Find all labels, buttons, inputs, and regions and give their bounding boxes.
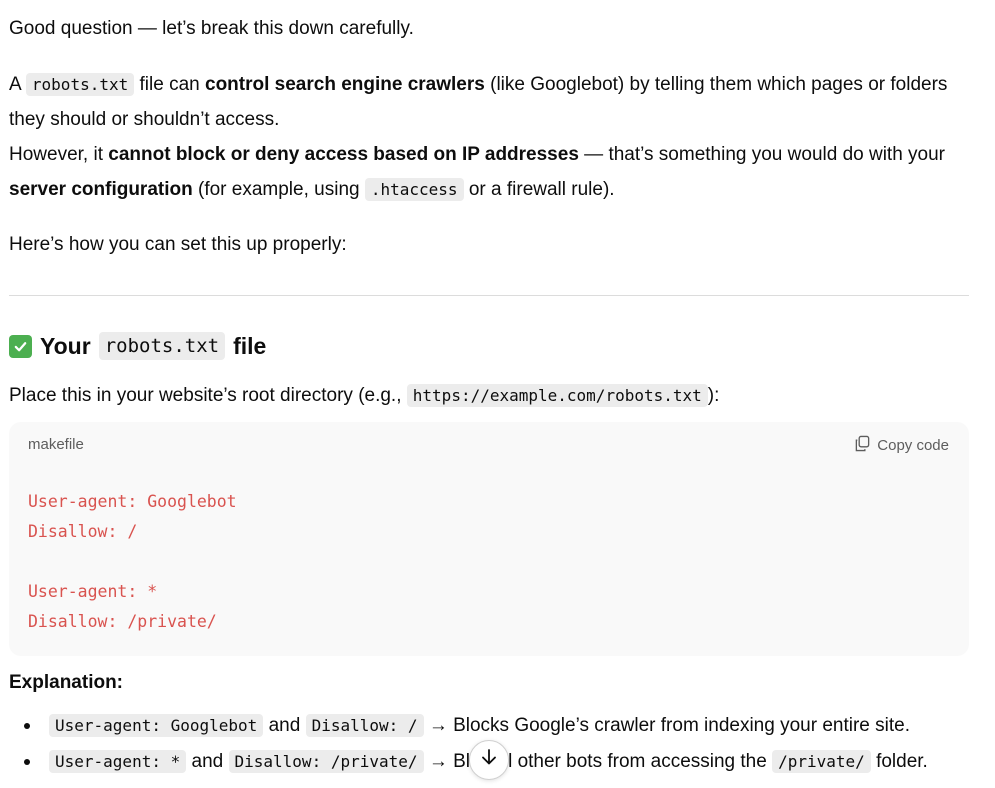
text-span: and <box>191 751 224 772</box>
text-span: ): <box>707 385 720 406</box>
text-span: and <box>268 715 301 736</box>
heading-text: file <box>233 332 267 359</box>
code-block: makefile Copy code User-agent: Googlebot… <box>9 422 969 656</box>
bold-text: cannot block or deny access based on IP … <box>108 144 579 165</box>
text-span: (for example, using <box>198 179 360 200</box>
arrow-down-icon <box>479 747 499 773</box>
inline-code: User-agent: Googlebot <box>49 714 264 737</box>
text-span: or a firewall rule). <box>468 179 615 200</box>
code-content: User-agent: Googlebot Disallow: / User-a… <box>28 492 237 631</box>
inline-code: https://example.com/robots.txt <box>406 384 708 407</box>
section-heading: Your robots.txt file <box>9 332 266 360</box>
inline-code: robots.txt <box>98 332 226 360</box>
bold-text: control search engine crawlers <box>205 74 485 95</box>
copy-code-label: Copy code <box>877 437 949 454</box>
inline-code: .htaccess <box>364 178 464 201</box>
scroll-to-bottom-button[interactable] <box>469 740 509 780</box>
text-span: folder. <box>876 751 928 772</box>
copy-icon <box>854 435 871 456</box>
intro-paragraph: Good question — let’s break this down ca… <box>9 18 414 39</box>
text-span: file can <box>139 74 200 95</box>
inline-code: /private/ <box>772 750 871 773</box>
text-span: A <box>9 74 21 95</box>
check-mark-icon <box>9 334 32 358</box>
text-span: — that’s something you would do with you… <box>584 144 946 165</box>
setup-intro-paragraph: Here’s how you can set this up properly: <box>9 234 347 255</box>
divider <box>9 295 969 296</box>
inline-code: robots.txt <box>25 73 135 96</box>
list-item: User-agent: Googlebot and Disallow: / → … <box>9 708 989 744</box>
placement-paragraph: Place this in your website’s root direct… <box>9 378 719 413</box>
text-span: → Blocks Google’s crawler from indexing … <box>428 715 910 736</box>
bold-text: server configuration <box>9 179 193 200</box>
text-span: However, it <box>9 144 103 165</box>
text-span: all other bots from accessing the <box>493 751 767 772</box>
heading-text: Your <box>40 332 91 359</box>
inline-code: User-agent: * <box>49 750 187 773</box>
copy-code-button[interactable]: Copy code <box>854 435 949 456</box>
inline-code: Disallow: / <box>305 714 424 737</box>
text-span: → Bl <box>428 751 470 772</box>
inline-code: Disallow: /private/ <box>228 750 424 773</box>
text-span: Place this in your website’s root direct… <box>9 385 402 406</box>
explanation-heading: Explanation: <box>9 672 124 693</box>
robots-explanation-paragraph: A robots.txt file can control search eng… <box>9 67 971 207</box>
code-language-label: makefile <box>28 436 84 453</box>
